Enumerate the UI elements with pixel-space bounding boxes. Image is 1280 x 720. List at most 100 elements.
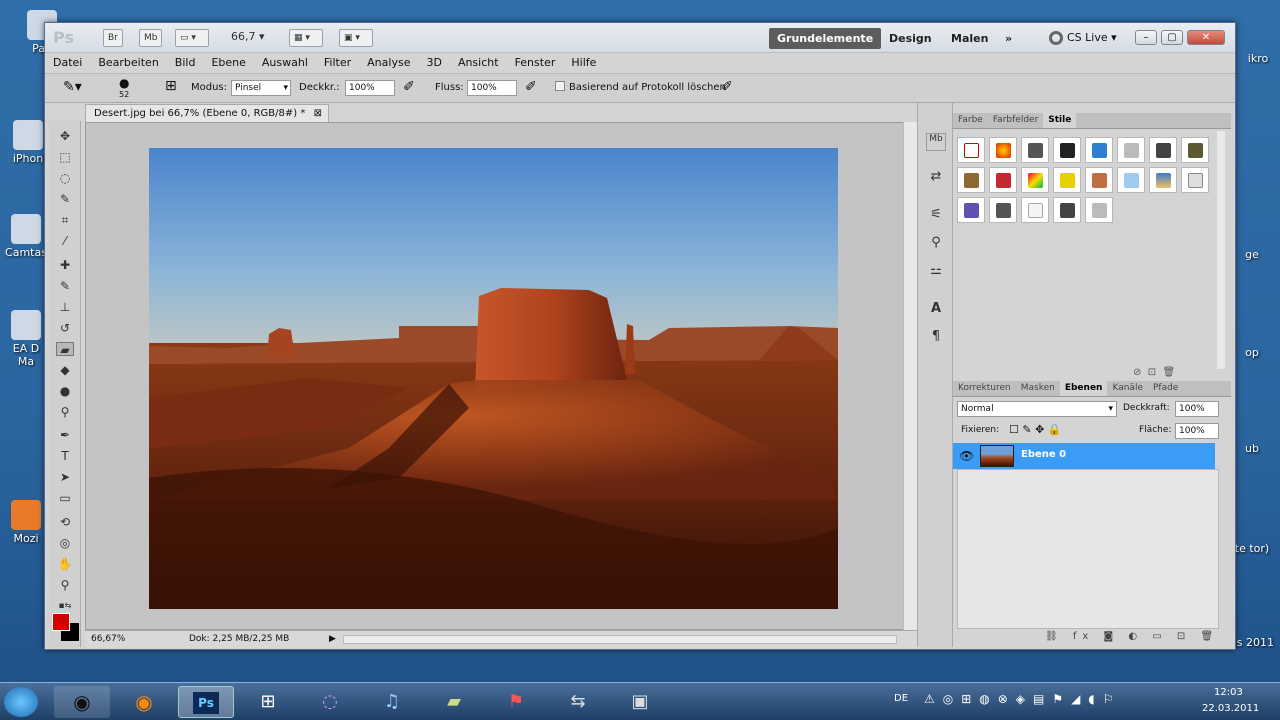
styles-footer-icons[interactable]: ⊘ ⊡ 🗑 bbox=[1133, 367, 1175, 378]
bridge-button[interactable]: Br bbox=[103, 29, 123, 47]
style-swatch[interactable] bbox=[1053, 197, 1081, 223]
menu-analyse[interactable]: Analyse bbox=[359, 53, 418, 73]
brush-preset-icon[interactable]: ● bbox=[119, 76, 129, 90]
zoom-tool-icon[interactable]: ⚲ bbox=[56, 578, 74, 592]
mini-bridge-panel-icon[interactable]: Mb bbox=[926, 133, 946, 151]
tab-farbe[interactable]: Farbe bbox=[953, 113, 988, 128]
canvas-area[interactable] bbox=[85, 122, 925, 630]
photoshop-taskbar-icon[interactable]: Ps bbox=[178, 686, 234, 718]
close-tab-icon[interactable]: ⊠ bbox=[314, 105, 322, 122]
view-extras-button[interactable]: ▭ ▾ bbox=[175, 29, 209, 47]
eyedropper-tool-icon[interactable]: ⁄ bbox=[56, 234, 74, 248]
history-brush-tool-icon[interactable]: ↺ bbox=[56, 321, 74, 335]
style-swatch[interactable] bbox=[989, 167, 1017, 193]
tab-kanaele[interactable]: Kanäle bbox=[1107, 381, 1148, 396]
tab-masken[interactable]: Masken bbox=[1016, 381, 1060, 396]
tab-farbfelder[interactable]: Farbfelder bbox=[988, 113, 1043, 128]
document-tab[interactable]: Desert.jpg bei 66,7% (Ebene 0, RGB/8#) *… bbox=[85, 104, 329, 122]
layer-row[interactable]: 👁 Ebene 0 bbox=[953, 443, 1215, 469]
menu-3d[interactable]: 3D bbox=[418, 53, 449, 73]
paint-bucket-tool-icon[interactable]: ◆ bbox=[56, 363, 74, 377]
clone-stamp-tool-icon[interactable]: ⊥ bbox=[56, 300, 74, 314]
protocol-checkbox[interactable] bbox=[555, 81, 565, 91]
clone-source-panel-icon[interactable]: ⚲ bbox=[926, 235, 946, 253]
style-swatch[interactable] bbox=[989, 137, 1017, 163]
maximize-button[interactable]: ▢ bbox=[1161, 30, 1183, 45]
clock-date[interactable]: 22.03.2011 bbox=[1202, 703, 1259, 714]
dodge-tool-icon[interactable]: ⚲ bbox=[56, 405, 74, 419]
app-taskbar-icon[interactable]: ⊞ bbox=[240, 686, 296, 718]
app-taskbar-icon[interactable]: ◌ bbox=[302, 686, 358, 718]
workspace-design[interactable]: Design bbox=[881, 28, 940, 49]
status-menu-arrow-icon[interactable]: ▶ bbox=[329, 631, 336, 648]
chrome-taskbar-icon[interactable]: ◉ bbox=[54, 686, 110, 718]
brush-presets-panel-icon[interactable]: ⚟ bbox=[926, 207, 946, 225]
modus-select[interactable]: Pinsel ▾ bbox=[231, 80, 291, 96]
workspace-grundelemente[interactable]: Grundelemente bbox=[769, 28, 882, 49]
menu-filter[interactable]: Filter bbox=[316, 53, 359, 73]
menu-ansicht[interactable]: Ansicht bbox=[450, 53, 507, 73]
style-swatch[interactable] bbox=[1181, 137, 1209, 163]
style-swatch[interactable] bbox=[1085, 197, 1113, 223]
tool-presets-panel-icon[interactable]: ⚍ bbox=[926, 263, 946, 281]
style-swatch[interactable] bbox=[957, 197, 985, 223]
layers-footer-icons[interactable]: ⛓ fx ◙ ◐ ▭ ⊡ 🗑 bbox=[1045, 631, 1219, 642]
style-swatch[interactable] bbox=[1149, 137, 1177, 163]
style-none[interactable] bbox=[957, 137, 985, 163]
paragraph-panel-icon[interactable]: ¶ bbox=[926, 329, 946, 347]
pen-tool-icon[interactable]: ✒ bbox=[56, 428, 74, 442]
style-swatch[interactable] bbox=[1085, 137, 1113, 163]
style-swatch[interactable] bbox=[1117, 167, 1145, 193]
deckkraft-input[interactable]: 100% bbox=[345, 80, 395, 96]
minimize-button[interactable]: – bbox=[1135, 30, 1157, 45]
style-swatch[interactable] bbox=[1085, 167, 1113, 193]
character-panel-icon[interactable]: A bbox=[926, 301, 946, 319]
zoom-status[interactable]: 66,67% bbox=[91, 631, 125, 648]
menu-datei[interactable]: Datei bbox=[45, 53, 90, 73]
tab-stile[interactable]: Stile bbox=[1043, 113, 1077, 128]
type-tool-icon[interactable]: T bbox=[56, 449, 74, 463]
camtasia-taskbar-icon[interactable]: ▣ bbox=[612, 686, 668, 718]
default-colors-icon[interactable]: ◾⇆ bbox=[56, 599, 74, 613]
style-swatch[interactable] bbox=[1117, 137, 1145, 163]
style-swatch[interactable] bbox=[1021, 167, 1049, 193]
itunes-taskbar-icon[interactable]: ♫ bbox=[364, 686, 420, 718]
zoom-level-select[interactable]: 66,7 ▾ bbox=[231, 30, 265, 43]
app-taskbar-icon[interactable]: ⇆ bbox=[550, 686, 606, 718]
language-indicator[interactable]: DE bbox=[894, 693, 908, 704]
brush-panel-icon[interactable]: ⊞ bbox=[165, 78, 177, 94]
tab-ebenen[interactable]: Ebenen bbox=[1059, 381, 1108, 396]
opacity-input[interactable]: 100% bbox=[1175, 401, 1219, 417]
tray-icons[interactable]: ⚠◎⊞◍⊗◈▤⚑◢◖⚐ bbox=[924, 692, 1121, 706]
eraser-tool-preset-icon[interactable]: ✎▾ bbox=[63, 79, 82, 95]
tablet-pressure-size-icon[interactable]: ✐ bbox=[721, 79, 733, 95]
history-panel-icon[interactable]: ⇄ bbox=[926, 169, 946, 187]
lock-icons[interactable]: ☐ ✎ ✥ 🔒 bbox=[1009, 423, 1061, 436]
style-swatch[interactable] bbox=[1149, 167, 1177, 193]
hand-tool-icon[interactable]: ✋ bbox=[56, 557, 74, 571]
3d-orbit-tool-icon[interactable]: ◎ bbox=[56, 536, 74, 550]
style-swatch[interactable] bbox=[1181, 167, 1209, 193]
app-taskbar-icon[interactable]: ⚑ bbox=[488, 686, 544, 718]
clock-time[interactable]: 12:03 bbox=[1214, 687, 1243, 698]
menu-fenster[interactable]: Fenster bbox=[507, 53, 564, 73]
arrange-documents-button[interactable]: ▦ ▾ bbox=[289, 29, 323, 47]
rectangle-tool-icon[interactable]: ▭ bbox=[56, 491, 74, 505]
screen-mode-button[interactable]: ▣ ▾ bbox=[339, 29, 373, 47]
canvas-vertical-scrollbar[interactable] bbox=[903, 122, 917, 630]
style-swatch[interactable] bbox=[1021, 137, 1049, 163]
blur-tool-icon[interactable]: ● bbox=[56, 384, 74, 398]
path-selection-tool-icon[interactable]: ➤ bbox=[56, 470, 74, 484]
menu-bearbeiten[interactable]: Bearbeiten bbox=[90, 53, 166, 73]
menu-hilfe[interactable]: Hilfe bbox=[563, 53, 604, 73]
brush-tool-icon[interactable]: ✎ bbox=[56, 279, 74, 293]
cs-live-menu[interactable]: CS Live ▾ bbox=[1049, 29, 1117, 47]
crop-tool-icon[interactable]: ⌗ bbox=[56, 213, 74, 227]
tab-pfade[interactable]: Pfade bbox=[1148, 381, 1183, 396]
app-taskbar-icon[interactable]: ▰ bbox=[426, 686, 482, 718]
menu-auswahl[interactable]: Auswahl bbox=[254, 53, 316, 73]
close-button[interactable]: ✕ bbox=[1187, 30, 1225, 45]
style-swatch[interactable] bbox=[989, 197, 1017, 223]
firefox-taskbar-icon[interactable]: ◉ bbox=[116, 686, 172, 718]
fluss-input[interactable]: 100% bbox=[467, 80, 517, 96]
